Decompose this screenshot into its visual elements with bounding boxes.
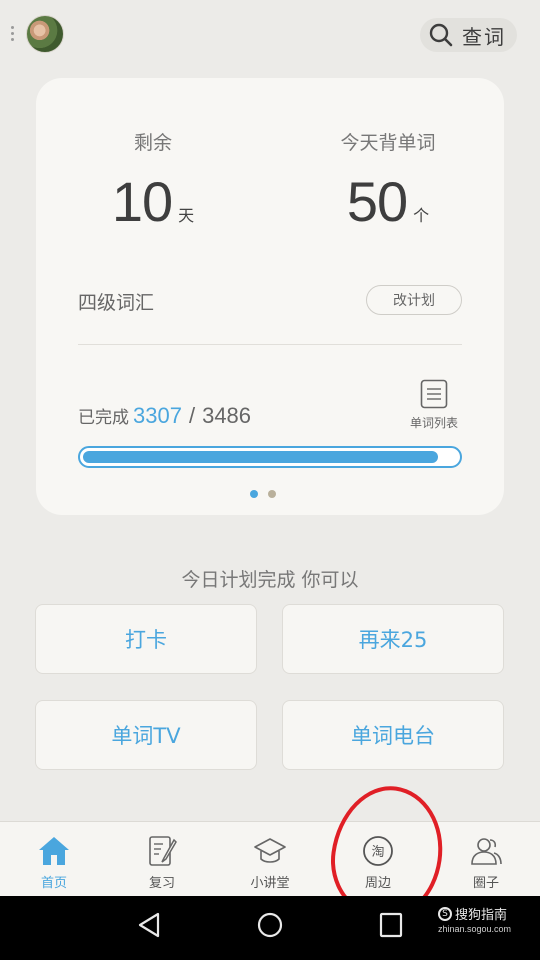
nav-item-home[interactable]: 首页: [0, 822, 108, 896]
divider: [78, 344, 462, 345]
recent-apps-icon[interactable]: [378, 911, 404, 939]
nav-label: 圈子: [472, 876, 499, 891]
study-more-button[interactable]: 再来25: [282, 604, 504, 674]
word-radio-button[interactable]: 单词电台: [282, 700, 504, 770]
progress-separator: /: [188, 403, 196, 428]
remaining-value: 10: [111, 170, 173, 233]
word-tv-button[interactable]: 单词TV: [35, 700, 257, 770]
today-value: 50: [346, 170, 408, 233]
nav-label: 小讲堂: [250, 876, 290, 891]
bottom-nav: 首页 复习 小讲堂 淘 周边 圈子: [0, 821, 540, 896]
word-list-label: 单词列表: [409, 416, 458, 430]
watermark-text: 搜狗指南: [455, 908, 508, 923]
progress-label: 已完成: [78, 408, 129, 428]
progress-text: 已完成 3307 / 3486: [78, 403, 251, 429]
progress-done: 3307: [133, 403, 182, 428]
remaining-unit: 天: [178, 206, 195, 225]
progress-bar: [78, 446, 462, 468]
search-label: 查词: [462, 24, 506, 49]
change-plan-button[interactable]: 改计划: [366, 285, 462, 315]
today-label: 今天背单词: [340, 132, 436, 154]
plan-card: 剩余 10 天 今天背单词 50 个 四级词汇 改计划 已完成 3307 / 3…: [36, 78, 504, 515]
today-unit: 个: [413, 206, 430, 225]
graduation-cap-icon: [254, 838, 286, 863]
edit-notebook-icon: [149, 836, 177, 866]
watermark: S 搜狗指南 zhinan.sogou.com: [438, 904, 511, 934]
today-words: 今天背单词 50 个: [288, 128, 488, 234]
search-icon: [429, 23, 453, 47]
plan-complete-title: 今日计划完成 你可以: [181, 569, 359, 591]
remaining-days: 剩余 10 天: [53, 128, 253, 234]
check-in-button[interactable]: 打卡: [35, 604, 257, 674]
page-dot: [268, 490, 276, 498]
nav-label: 复习: [148, 876, 175, 891]
sogou-logo: S: [438, 906, 452, 921]
list-icon: [420, 379, 448, 409]
home-icon: [39, 837, 69, 865]
watermark-url: zhinan.sogou.com: [438, 924, 512, 934]
nav-item-community[interactable]: 圈子: [432, 822, 540, 896]
progress-total: 3486: [202, 403, 252, 428]
back-icon[interactable]: [136, 911, 162, 939]
search-button[interactable]: 查词: [420, 18, 517, 52]
remaining-label: 剩余: [133, 132, 172, 154]
nav-item-lecture[interactable]: 小讲堂: [216, 822, 324, 896]
more-vertical-icon[interactable]: [9, 26, 15, 44]
progress-bar-fill: [83, 451, 438, 463]
nav-label: 首页: [40, 876, 67, 891]
vocab-book-name: 四级词汇: [78, 292, 155, 314]
system-nav-bar: S 搜狗指南 zhinan.sogou.com: [0, 896, 540, 960]
people-icon: [471, 838, 502, 865]
nav-item-review[interactable]: 复习: [108, 822, 216, 896]
page-indicator: [250, 490, 276, 498]
page-dot-active: [250, 490, 258, 498]
avatar[interactable]: [26, 15, 64, 53]
home-circle-icon[interactable]: [256, 911, 284, 939]
word-list-button[interactable]: 单词列表: [404, 379, 464, 431]
